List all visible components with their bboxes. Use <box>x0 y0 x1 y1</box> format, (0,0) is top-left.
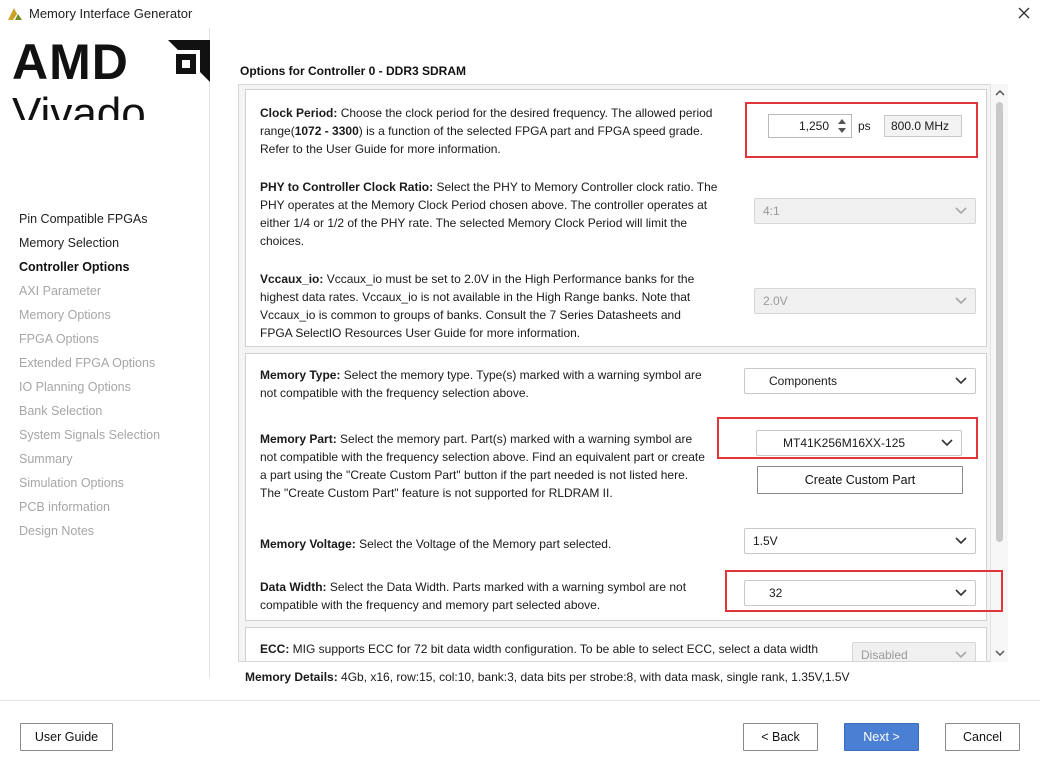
clock-period-unit: ps <box>858 119 871 133</box>
user-guide-label: User Guide <box>34 730 99 744</box>
sidebar-item-pcb-information[interactable]: PCB information <box>19 498 160 522</box>
back-label: < Back <box>761 730 800 744</box>
close-icon[interactable] <box>1016 5 1032 21</box>
phy-ratio-value: 4:1 <box>763 204 780 218</box>
options-panel: Clock Period: Choose the clock period fo… <box>238 84 1008 662</box>
cancel-button[interactable]: Cancel <box>945 723 1020 751</box>
chevron-down-icon <box>955 537 967 545</box>
vccaux-select[interactable]: 2.0V <box>754 288 976 314</box>
spinner-arrows-icon[interactable] <box>835 116 849 136</box>
brand-logo: AMD Vivado <box>10 36 210 120</box>
sidebar-item-extended-fpga-options[interactable]: Extended FPGA Options <box>19 354 160 378</box>
sidebar-item-simulation-options[interactable]: Simulation Options <box>19 474 160 498</box>
memory-part-description: Memory Part: Select the memory part. Par… <box>260 432 705 500</box>
data-width-description: Data Width: Select the Data Width. Parts… <box>260 580 687 612</box>
memory-type-value: Components <box>769 374 838 388</box>
memory-details: Memory Details: 4Gb, x16, row:15, col:10… <box>245 670 850 684</box>
sidebar-item-pin-compatible-fpgas[interactable]: Pin Compatible FPGAs <box>19 210 160 234</box>
chevron-down-icon <box>955 297 967 305</box>
sidebar: AMD Vivado Pin Compatible FPGAs Memory Se… <box>0 28 210 678</box>
brand-product: Vivado <box>12 89 146 121</box>
chevron-down-icon <box>941 439 953 447</box>
data-width-select[interactable]: 32 <box>744 580 976 606</box>
vccaux-description: Vccaux_io: Vccaux_io must be set to 2.0V… <box>260 272 695 340</box>
sidebar-item-memory-selection[interactable]: Memory Selection <box>19 234 160 258</box>
sidebar-item-fpga-options[interactable]: FPGA Options <box>19 330 160 354</box>
data-width-value: 32 <box>769 586 783 600</box>
sidebar-item-bank-selection[interactable]: Bank Selection <box>19 402 160 426</box>
memory-section: Memory Type: Select the memory type. Typ… <box>245 353 987 621</box>
chevron-down-icon <box>955 207 967 215</box>
sidebar-item-system-signals-selection[interactable]: System Signals Selection <box>19 426 160 450</box>
memory-type-select[interactable]: Components <box>744 368 976 394</box>
sidebar-item-memory-options[interactable]: Memory Options <box>19 306 160 330</box>
memory-voltage-description: Memory Voltage: Select the Voltage of th… <box>260 537 612 551</box>
window-title: Memory Interface Generator <box>29 6 193 21</box>
vertical-scrollbar[interactable] <box>990 84 1008 662</box>
vccaux-value: 2.0V <box>763 294 788 308</box>
next-label: Next > <box>863 730 900 744</box>
brand-company: AMD <box>12 36 129 90</box>
clock-section: Clock Period: Choose the clock period fo… <box>245 89 987 347</box>
clock-period-description: Clock Period: Choose the clock period fo… <box>260 106 713 156</box>
clock-period-value: 1,250 <box>798 119 829 133</box>
sidebar-item-summary[interactable]: Summary <box>19 450 160 474</box>
next-button[interactable]: Next > <box>844 723 919 751</box>
footer-divider <box>0 700 1040 701</box>
title-bar: Memory Interface Generator <box>0 0 1040 28</box>
memory-voltage-select[interactable]: 1.5V <box>744 528 976 554</box>
ecc-description: ECC: MIG supports ECC for 72 bit data wi… <box>260 642 819 656</box>
cancel-label: Cancel <box>963 730 1002 744</box>
sidebar-item-design-notes[interactable]: Design Notes <box>19 522 160 546</box>
chevron-down-icon <box>955 589 967 597</box>
wizard-steps: Pin Compatible FPGAs Memory Selection Cont… <box>19 210 160 546</box>
memory-voltage-value: 1.5V <box>753 534 778 548</box>
user-guide-button[interactable]: User Guide <box>20 723 113 751</box>
phy-ratio-select[interactable]: 4:1 <box>754 198 976 224</box>
chevron-down-icon <box>955 651 967 659</box>
ecc-section: ECC: MIG supports ECC for 72 bit data wi… <box>245 627 987 662</box>
vivado-logo-icon <box>8 8 22 20</box>
sidebar-item-io-planning-options[interactable]: IO Planning Options <box>19 378 160 402</box>
sidebar-item-axi-parameter[interactable]: AXI Parameter <box>19 282 160 306</box>
sidebar-item-controller-options[interactable]: Controller Options <box>19 258 160 282</box>
scroll-up-icon[interactable] <box>994 87 1006 99</box>
page-title: Options for Controller 0 - DDR3 SDRAM <box>240 64 467 78</box>
scroll-down-icon[interactable] <box>994 647 1006 659</box>
memory-type-description: Memory Type: Select the memory type. Typ… <box>260 368 702 400</box>
back-button[interactable]: < Back <box>743 723 818 751</box>
scrollbar-thumb[interactable] <box>996 102 1003 542</box>
clock-frequency-readout: 800.0 MHz <box>884 115 962 137</box>
amd-arrow-icon <box>168 40 210 82</box>
chevron-down-icon <box>955 377 967 385</box>
phy-ratio-description: PHY to Controller Clock Ratio: Select th… <box>260 180 718 248</box>
ecc-select[interactable]: Disabled <box>852 642 976 662</box>
memory-part-select[interactable]: MT41K256M16XX-125 <box>756 430 962 456</box>
clock-period-spinner[interactable]: 1,250 <box>768 114 852 138</box>
create-custom-part-button[interactable]: Create Custom Part <box>757 466 963 494</box>
ecc-value: Disabled <box>861 648 908 662</box>
memory-part-value: MT41K256M16XX-125 <box>783 436 906 450</box>
